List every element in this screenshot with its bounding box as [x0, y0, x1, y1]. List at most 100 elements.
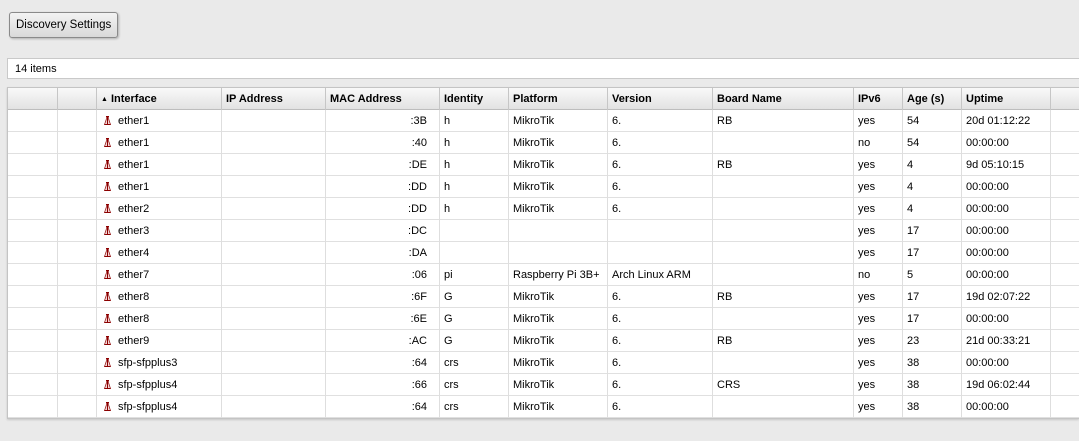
- cell-uptime-text: 00:00:00: [966, 203, 1009, 215]
- column-header-extra[interactable]: [1051, 88, 1079, 110]
- table-row[interactable]: ether1:DE h MikroTik 6. RB yes 4 9d 05:10:15: [8, 154, 1079, 176]
- interface-icon: [104, 270, 111, 279]
- cell-uptime-text: 00:00:00: [966, 247, 1009, 259]
- table-row[interactable]: ether8:6E G MikroTik 6. yes 17 00:00:00: [8, 308, 1079, 330]
- cell-uptime-text: 00:00:00: [966, 137, 1009, 149]
- column-label-version: Version: [612, 93, 652, 105]
- interface-icon: [104, 380, 111, 389]
- cell-comment: [58, 110, 97, 132]
- cell-platform: MikroTik: [509, 110, 608, 132]
- column-header-platform[interactable]: Platform: [509, 88, 608, 110]
- cell-interface: ether1: [97, 110, 222, 132]
- cell-version: 6.: [608, 154, 713, 176]
- cell-mac-address-text: :AC: [408, 335, 427, 347]
- cell-identity: h: [440, 110, 509, 132]
- column-header-ip-address[interactable]: IP Address: [222, 88, 326, 110]
- table-row[interactable]: sfp-sfpplus4:64 crs MikroTik 6. yes 38 00:00:0…: [8, 396, 1079, 418]
- cell-identity-text: h: [444, 115, 451, 127]
- column-header-mac-address[interactable]: MAC Address: [326, 88, 440, 110]
- cell-platform: MikroTik: [509, 286, 608, 308]
- cell-age-text: 4: [907, 159, 914, 171]
- column-header-board-name[interactable]: Board Name: [713, 88, 854, 110]
- cell-interface: ether4: [97, 242, 222, 264]
- cell-board-name: [713, 308, 854, 330]
- cell-ipv6-text: no: [858, 269, 871, 281]
- column-header-interface[interactable]: ▲ Interface: [97, 88, 222, 110]
- table-row[interactable]: ether3:DC yes 17 00:00:00: [8, 220, 1079, 242]
- column-header-ipv6[interactable]: IPv6: [854, 88, 903, 110]
- cell-age: 17: [903, 242, 962, 264]
- cell-uptime: 00:00:00: [962, 242, 1051, 264]
- cell-ip-address: [222, 264, 326, 286]
- column-header-flags[interactable]: [8, 88, 58, 110]
- cell-age-text: 4: [907, 203, 914, 215]
- interface-icon: [104, 292, 111, 301]
- interface-icon: [104, 402, 111, 411]
- cell-identity: crs: [440, 352, 509, 374]
- table-row[interactable]: sfp-sfpplus4:66 crs MikroTik 6. CRS yes 38 19d …: [8, 374, 1079, 396]
- cell-identity: crs: [440, 396, 509, 418]
- table-row[interactable]: ether4:DA yes 17 00:00:00: [8, 242, 1079, 264]
- cell-board-name-text: RB: [717, 335, 733, 347]
- column-header-comment[interactable]: [58, 88, 97, 110]
- table-row[interactable]: ether7:06 pi Raspberry Pi 3B+ Arch Linux AR…: [8, 264, 1079, 286]
- cell-ip-address: [222, 396, 326, 418]
- cell-interface-text: sfp-sfpplus4: [118, 379, 178, 391]
- cell-extra: [1051, 154, 1079, 176]
- table-row[interactable]: ether1:3B h MikroTik 6. RB yes 54 20d 01:12:22: [8, 110, 1079, 132]
- cell-interface: ether1: [97, 176, 222, 198]
- cell-comment: [58, 396, 97, 418]
- column-header-uptime[interactable]: Uptime: [962, 88, 1051, 110]
- cell-platform: MikroTik: [509, 352, 608, 374]
- table-row[interactable]: ether9:AC G MikroTik 6. RB yes 23 21d 00:33:21: [8, 330, 1079, 352]
- cell-platform-text: MikroTik: [513, 159, 555, 171]
- cell-ip-address: [222, 154, 326, 176]
- cell-platform: MikroTik: [509, 154, 608, 176]
- cell-extra: [1051, 220, 1079, 242]
- cell-ip-address: [222, 286, 326, 308]
- cell-version-text: 6.: [612, 357, 622, 369]
- cell-identity-text: pi: [444, 269, 453, 281]
- cell-platform: Raspberry Pi 3B+: [509, 264, 608, 286]
- cell-version-text: 6.: [612, 401, 622, 413]
- cell-flags: [8, 330, 58, 352]
- cell-uptime: 00:00:00: [962, 264, 1051, 286]
- cell-platform-text: MikroTik: [513, 291, 555, 303]
- cell-comment: [58, 374, 97, 396]
- interface-icon: [104, 182, 111, 191]
- column-header-identity[interactable]: Identity: [440, 88, 509, 110]
- cell-ipv6: yes: [854, 176, 903, 198]
- cell-mac-address: :06: [326, 264, 440, 286]
- column-header-age[interactable]: Age (s): [903, 88, 962, 110]
- table-row[interactable]: ether8:6F G MikroTik 6. RB yes 17 19d 02:07:22: [8, 286, 1079, 308]
- cell-interface-text: ether7: [118, 269, 150, 281]
- interface-icon: [104, 116, 111, 125]
- cell-ipv6-text: yes: [858, 401, 876, 413]
- cell-identity: h: [440, 132, 509, 154]
- discovery-settings-button[interactable]: Discovery Settings: [9, 12, 119, 38]
- interface-icon: [104, 314, 111, 323]
- table-row[interactable]: sfp-sfpplus3:64 crs MikroTik 6. yes 38 00:00:0…: [8, 352, 1079, 374]
- cell-extra: [1051, 330, 1079, 352]
- column-label-platform: Platform: [513, 93, 558, 105]
- table-row[interactable]: ether2:DD h MikroTik 6. yes 4 00:00:00: [8, 198, 1079, 220]
- cell-version-text: 6.: [612, 137, 622, 149]
- cell-mac-address: :DE: [326, 154, 440, 176]
- cell-ipv6: yes: [854, 242, 903, 264]
- cell-uptime: 19d 02:07:22: [962, 286, 1051, 308]
- table-row[interactable]: ether1:DD h MikroTik 6. yes 4 00:00:00: [8, 176, 1079, 198]
- cell-version: [608, 242, 713, 264]
- cell-version-text: 6.: [612, 335, 622, 347]
- cell-interface: ether1: [97, 132, 222, 154]
- cell-board-name: RB: [713, 330, 854, 352]
- column-header-version[interactable]: Version: [608, 88, 713, 110]
- cell-uptime: 00:00:00: [962, 132, 1051, 154]
- cell-platform: MikroTik: [509, 176, 608, 198]
- table-row[interactable]: ether1:40 h MikroTik 6. no 54 00:00:00: [8, 132, 1079, 154]
- cell-version: 6.: [608, 396, 713, 418]
- cell-mac-address-text: :DD: [408, 203, 427, 215]
- cell-uptime-text: 00:00:00: [966, 313, 1009, 325]
- cell-version-text: 6.: [612, 379, 622, 391]
- cell-board-name: [713, 198, 854, 220]
- cell-comment: [58, 242, 97, 264]
